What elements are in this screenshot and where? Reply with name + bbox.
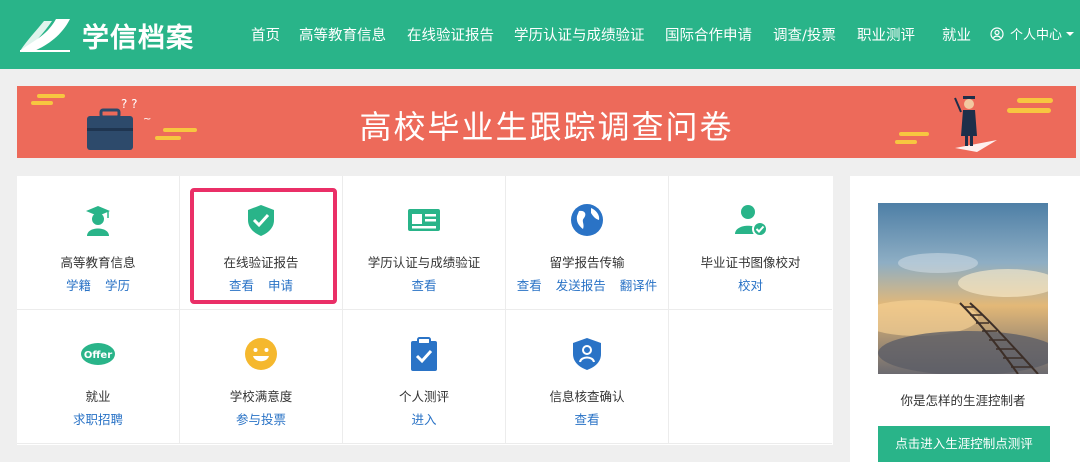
service-certificate-image-check[interactable]: 毕业证书图像校对 校对: [669, 176, 832, 310]
svg-text:Offer: Offer: [84, 350, 112, 361]
user-center-label: 个人中心: [1010, 28, 1063, 43]
top-header: 学信档案 首页 高等教育信息 在线验证报告 学历认证与成绩验证 国际合作申请 调…: [0, 0, 1080, 69]
link-send-report[interactable]: 发送报告: [556, 278, 606, 293]
service-personal-assessment[interactable]: 个人测评 进入: [343, 310, 506, 444]
link-view[interactable]: 查看: [411, 278, 436, 293]
promo-caption: 你是怎样的生涯控制者: [900, 393, 1026, 408]
nav-home[interactable]: 首页: [251, 24, 280, 45]
user-check-icon: [734, 205, 768, 237]
nav-degree-certification[interactable]: 学历认证与成绩验证: [514, 24, 645, 45]
service-employment[interactable]: Offer 就业 求职招聘: [17, 310, 180, 444]
link-job-search[interactable]: 求职招聘: [73, 412, 123, 427]
logo-book-icon: [20, 19, 70, 52]
service-higher-education[interactable]: 高等教育信息 学籍 学历: [17, 176, 180, 310]
logo[interactable]: 学信档案: [18, 15, 194, 55]
link-student-status[interactable]: 学籍: [66, 278, 91, 293]
link-proofread[interactable]: 校对: [738, 278, 763, 293]
service-title: 学校满意度: [229, 389, 293, 404]
empty-cell: [669, 310, 832, 444]
service-info-check-confirm[interactable]: 信息核查确认 查看: [506, 310, 669, 444]
service-title: 就业: [85, 389, 111, 404]
logo-text: 学信档案: [82, 22, 194, 54]
service-title: 信息核查确认: [549, 389, 625, 404]
user-icon: [990, 26, 1004, 41]
service-title: 个人测评: [398, 389, 449, 404]
clipboard-check-icon: [411, 337, 437, 371]
nav-career-test[interactable]: 职业测评: [857, 24, 915, 45]
career-test-button[interactable]: 点击进入生涯控制点测评: [878, 426, 1050, 462]
service-title: 毕业证书图像校对: [700, 255, 801, 270]
highlight-box: [190, 188, 337, 304]
career-promo-panel: 你是怎样的生涯控制者 点击进入生涯控制点测评: [850, 176, 1080, 462]
banner-title: 高校毕业生跟踪调查问卷: [359, 108, 734, 146]
service-title: 留学报告传输: [549, 255, 625, 270]
link-vote[interactable]: 参与投票: [236, 412, 286, 427]
smiley-icon: [245, 338, 277, 370]
service-degree-certification[interactable]: 学历认证与成绩验证 查看: [343, 176, 506, 310]
service-school-satisfaction[interactable]: 学校满意度 参与投票: [180, 310, 343, 444]
nav-international[interactable]: 国际合作申请: [665, 24, 752, 45]
link-view[interactable]: 查看: [574, 412, 599, 427]
nav-employment[interactable]: 就业: [942, 24, 971, 45]
link-enter[interactable]: 进入: [411, 412, 436, 427]
nav-online-verification[interactable]: 在线验证报告: [407, 24, 494, 45]
sky-ladder-image: [878, 203, 1048, 374]
link-view[interactable]: 查看: [517, 278, 542, 293]
link-education-record[interactable]: 学历: [105, 278, 130, 293]
service-title: 学历认证与成绩验证: [367, 255, 481, 270]
survey-banner[interactable]: ? ? ~ 高校毕业生跟踪调查问卷: [17, 86, 1076, 158]
id-card-icon: [408, 209, 440, 231]
service-title: 高等教育信息: [60, 255, 136, 270]
student-cap-icon: [86, 206, 110, 236]
link-translation[interactable]: 翻译件: [620, 278, 658, 293]
shield-user-icon: [573, 338, 601, 370]
offer-icon: Offer: [81, 343, 115, 365]
nav-survey-vote[interactable]: 调查/投票: [773, 24, 836, 45]
service-study-abroad-report[interactable]: 留学报告传输 查看 发送报告 翻译件: [506, 176, 669, 310]
globe-icon: [571, 204, 603, 236]
chevron-down-icon: [1066, 31, 1075, 36]
nav-higher-education[interactable]: 高等教育信息: [299, 24, 386, 45]
service-grid: 高等教育信息 学籍 学历 在线验证报告 查看 申请 学历认证与成绩验证 查看 留…: [17, 176, 833, 445]
promo-image[interactable]: [878, 203, 1048, 374]
user-center-menu[interactable]: 个人中心: [990, 24, 1075, 43]
